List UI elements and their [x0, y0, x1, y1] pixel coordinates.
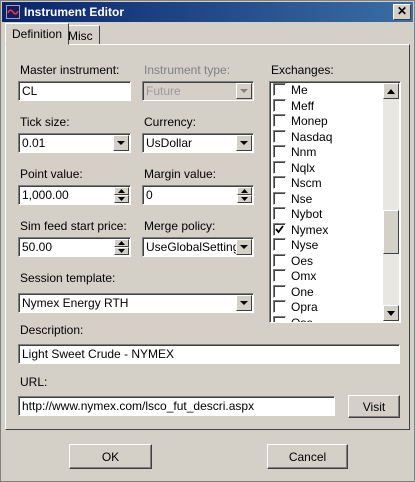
- title-bar[interactable]: Instrument Editor ✕: [2, 2, 413, 22]
- app-icon: [6, 5, 20, 19]
- definition-panel: [5, 44, 410, 430]
- ok-button[interactable]: OK: [69, 444, 152, 469]
- cancel-button-label: Cancel: [288, 450, 327, 464]
- tab-definition[interactable]: Definition: [5, 23, 70, 45]
- cancel-button[interactable]: Cancel: [267, 444, 348, 469]
- close-icon: ✕: [396, 4, 408, 18]
- close-button[interactable]: ✕: [393, 4, 411, 20]
- tab-misc-label: Misc: [68, 29, 93, 43]
- instrument-editor-window: Instrument Editor ✕ Definition Misc Mast…: [0, 0, 415, 482]
- tab-definition-label: Definition: [12, 27, 63, 41]
- window-title: Instrument Editor: [24, 5, 125, 19]
- ok-button-label: OK: [101, 450, 120, 464]
